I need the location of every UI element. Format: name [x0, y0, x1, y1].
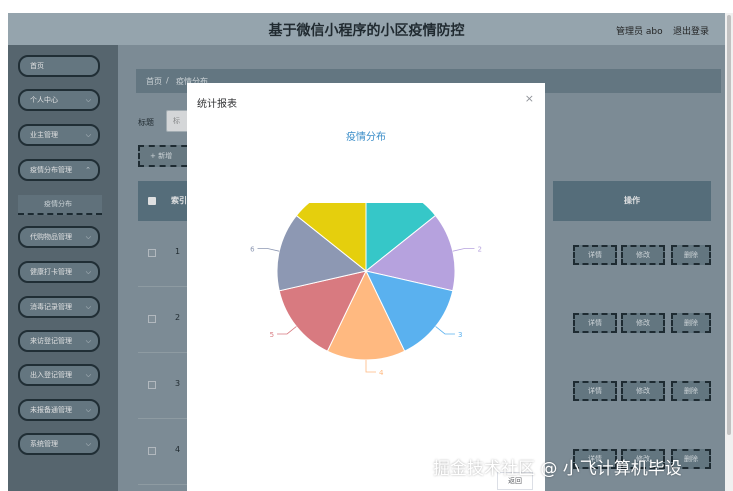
- pie-label-line: [365, 360, 376, 373]
- page-scrollbar[interactable]: [725, 13, 733, 491]
- chart-title: 疫情分布: [346, 132, 386, 143]
- pie-label: 4: [379, 369, 384, 377]
- pie-label: 5: [270, 331, 274, 339]
- pie-chart: 12345690: [250, 203, 482, 377]
- scrollbar-thumb[interactable]: [727, 15, 731, 435]
- pie-label: 6: [250, 246, 255, 254]
- pie-label: 3: [458, 331, 462, 339]
- modal-title: 统计报表: [197, 99, 237, 110]
- watermark-text: 掘金技术社区 @ 小飞计算机毕设: [433, 459, 682, 479]
- pie-label-line: [277, 326, 297, 335]
- pie-label-line: [257, 248, 280, 252]
- pie-label-line: [435, 326, 455, 335]
- close-icon[interactable]: ×: [525, 92, 534, 105]
- browser-top-strip: [0, 0, 733, 13]
- pie-label-line: [452, 248, 475, 252]
- stats-modal: 统计报表 × 疫情分布 12345690: [187, 83, 545, 491]
- pie-label: 2: [477, 246, 481, 254]
